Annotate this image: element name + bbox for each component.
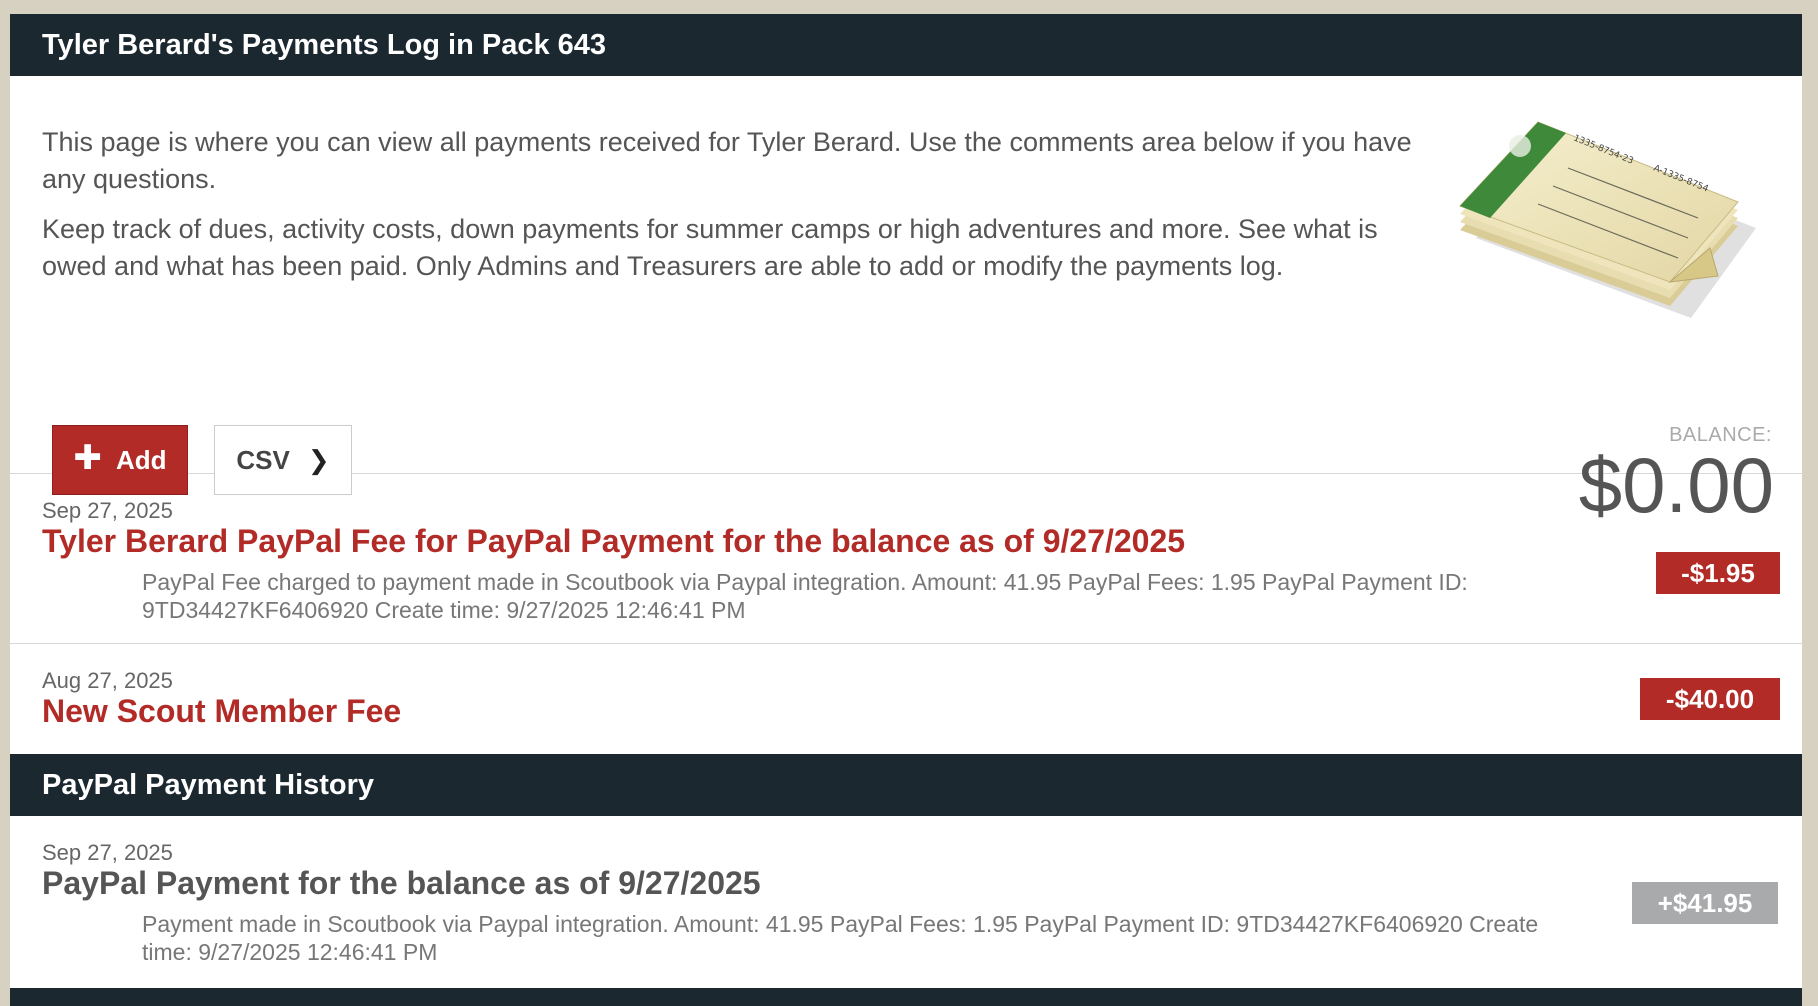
payment-entry: Aug 27, 2025 New Scout Member Fee -$40.0… (10, 644, 1802, 754)
entry-description: Payment made in Scoutbook via Paypal int… (142, 911, 1539, 965)
checkbook-image: 1335-8754-23 A-1335-8754 (1459, 121, 1756, 318)
page-title: Tyler Berard's Payments Log in Pack 643 (42, 28, 607, 61)
intro-paragraph-1: This page is where you can view all paym… (42, 127, 1412, 194)
entry-title[interactable]: PayPal Payment for the balance as of 9/2… (42, 865, 761, 902)
entry-description: PayPal Fee charged to payment made in Sc… (142, 569, 1468, 623)
entry-amount: -$40.00 (1640, 678, 1780, 720)
entry-amount: -$1.95 (1656, 552, 1780, 594)
footer-bar (10, 988, 1802, 1006)
plus-icon: ✚ (73, 439, 102, 477)
entry-amount: +$41.95 (1632, 882, 1778, 924)
chevron-right-icon: ❯ (307, 444, 330, 475)
paypal-payment-entry: Sep 27, 2025 PayPal Payment for the bala… (10, 816, 1802, 988)
page-header: Tyler Berard's Payments Log in Pack 643 (10, 14, 1802, 76)
paypal-history-header: PayPal Payment History (10, 754, 1802, 816)
intro-section: This page is where you can view all paym… (10, 76, 1802, 524)
add-button-label: Add (115, 444, 167, 475)
entry-date: Sep 27, 2025 (42, 498, 173, 523)
csv-button-label: CSV (236, 444, 290, 475)
entry-title[interactable]: New Scout Member Fee (42, 693, 401, 730)
payments-log-panel: Tyler Berard's Payments Log in Pack 643 … (10, 14, 1802, 1006)
entry-date: Sep 27, 2025 (42, 840, 173, 865)
entry-title[interactable]: Tyler Berard PayPal Fee for PayPal Payme… (42, 523, 1185, 560)
intro-paragraph-2: Keep track of dues, activity costs, down… (42, 214, 1378, 281)
entry-date: Aug 27, 2025 (42, 668, 173, 693)
paypal-history-title: PayPal Payment History (42, 768, 375, 801)
payment-entry: Sep 27, 2025 Tyler Berard PayPal Fee for… (10, 474, 1802, 644)
